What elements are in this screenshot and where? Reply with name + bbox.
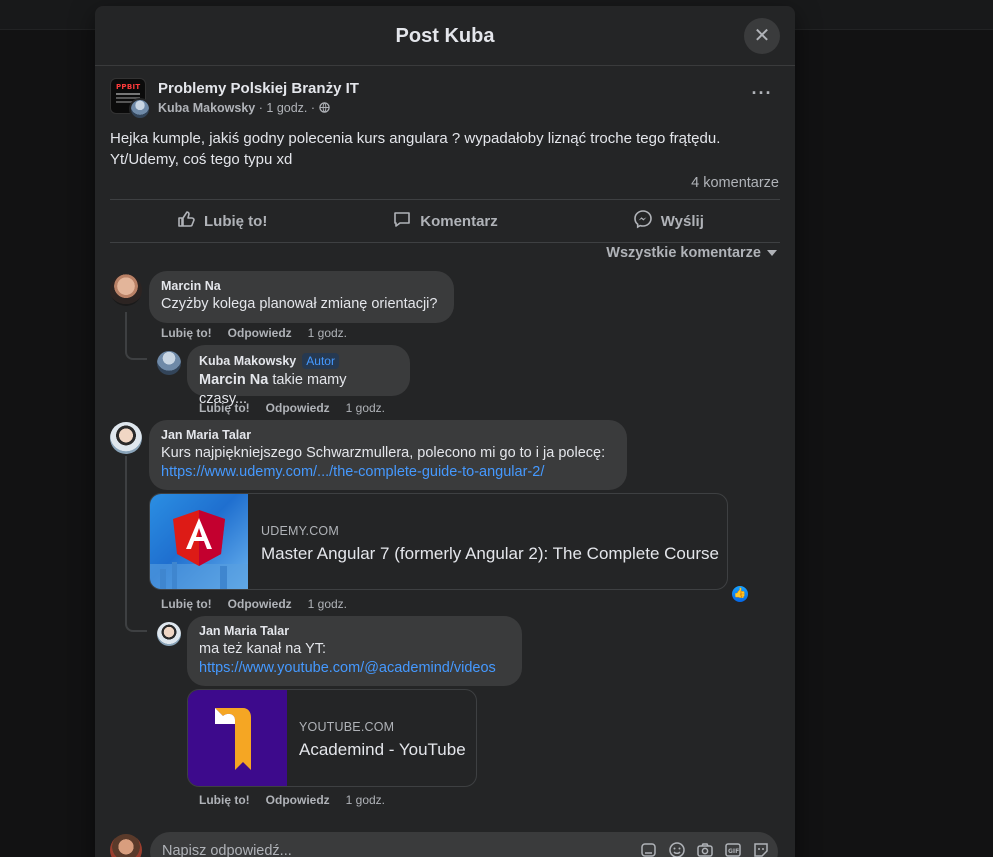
comment-time[interactable]: 1 godz. (308, 326, 347, 340)
like-label: Lubię to! (204, 212, 268, 230)
comment-bubble: Marcin Na Czyżby kolega planował zmianę … (149, 271, 454, 323)
comment-icon (392, 209, 412, 233)
comment-like-link[interactable]: Lubię to! (161, 597, 212, 611)
post-header: PPBIT Problemy Polskiej Branży IT Kuba M… (110, 78, 780, 124)
comment-reply-link[interactable]: Odpowiedz (228, 597, 292, 611)
comment-like-link[interactable]: Lubię to! (199, 793, 250, 807)
comment-time[interactable]: 1 godz. (308, 597, 347, 611)
post-meta: Kuba Makowsky · 1 godz. · (158, 101, 330, 115)
comment-text: Czyżby kolega planował zmianę orientacji… (161, 296, 438, 312)
author-avatar[interactable] (129, 98, 151, 120)
chevron-down-icon (767, 250, 777, 257)
link-domain: YOUTUBE.COM (299, 720, 395, 734)
post-time[interactable]: 1 godz. (266, 101, 307, 115)
close-icon: ✕ (753, 25, 771, 47)
emoji-icon[interactable] (668, 841, 686, 857)
comment-author[interactable]: Kuba Makowsky (199, 354, 296, 368)
group-name[interactable]: Problemy Polskiej Branży IT (158, 80, 359, 97)
comment-reply-link[interactable]: Odpowiedz (228, 326, 292, 340)
commenter-avatar[interactable] (110, 422, 142, 454)
post-action-bar: Lubię to! Komentarz Wyślij (110, 199, 780, 243)
comment-reply-link[interactable]: Odpowiedz (266, 793, 330, 807)
comment-text: Kurs najpiękniejszego Schwarzmullera, po… (161, 445, 606, 461)
comments-filter-dropdown[interactable]: Wszystkie komentarze (606, 245, 777, 261)
comment-author[interactable]: Jan Maria Talar (199, 624, 510, 638)
camera-icon[interactable] (696, 841, 714, 857)
modal-title: Post Kuba (395, 25, 495, 47)
commenter-avatar[interactable] (157, 622, 181, 646)
sticker-icon[interactable] (640, 841, 658, 857)
commenter-avatar[interactable] (157, 351, 181, 375)
comment-text: ma też kanał na YT: (199, 641, 327, 657)
comment-author[interactable]: Jan Maria Talar (161, 428, 615, 442)
more-options-button[interactable]: ··· (744, 84, 780, 108)
like-button[interactable]: Lubię to! (110, 200, 333, 242)
udemy-angular-thumbnail (150, 494, 248, 589)
comment-time[interactable]: 1 godz. (346, 793, 385, 807)
angular-logo-icon (150, 510, 248, 589)
comment-bubble: Jan Maria Talar Kurs najpiękniejszego Sc… (149, 420, 627, 490)
comment-author[interactable]: Marcin Na (161, 279, 442, 293)
sticker-face-icon[interactable] (752, 841, 770, 857)
link-title: Academind - YouTube (299, 740, 466, 759)
post-modal: Post Kuba ✕ PPBIT Problemy Polskiej Bran… (95, 6, 795, 857)
thread-connector (125, 456, 147, 632)
comment-button[interactable]: Komentarz (333, 200, 556, 242)
commenter-avatar[interactable] (110, 274, 142, 306)
filter-label: Wszystkie komentarze (606, 245, 761, 261)
close-button[interactable]: ✕ (744, 18, 780, 54)
reply-tools: GIF (640, 841, 770, 857)
academind-thumbnail (188, 690, 287, 786)
share-button[interactable]: Wyślij (557, 200, 780, 242)
academind-logo-icon (215, 708, 251, 770)
thumbs-up-icon (176, 209, 196, 233)
comment-link[interactable]: https://www.udemy.com/.../the-complete-g… (161, 463, 615, 482)
comment-label: Komentarz (420, 212, 498, 230)
thread-connector (125, 312, 147, 360)
comment-mention[interactable]: Marcin Na (199, 372, 268, 388)
comment-like-link[interactable]: Lubię to! (161, 326, 212, 340)
author-badge: Autor (302, 353, 339, 369)
link-preview-card[interactable]: UDEMY.COM Master Angular 7 (formerly Ang… (149, 493, 728, 590)
modal-header: Post Kuba ✕ (95, 6, 795, 66)
reply-box: GIF (150, 832, 778, 857)
comments-count[interactable]: 4 komentarze (691, 175, 779, 191)
reply-input[interactable] (162, 843, 632, 857)
like-reaction-icon: 👍 (732, 586, 748, 602)
comment-link[interactable]: https://www.youtube.com/@academind/video… (199, 659, 510, 678)
svg-text:GIF: GIF (728, 848, 739, 855)
messenger-icon (633, 209, 653, 233)
comment-reply-link[interactable]: Odpowiedz (266, 401, 330, 415)
globe-icon (318, 101, 330, 115)
post-author[interactable]: Kuba Makowsky (158, 101, 255, 115)
comment-actions: Lubię to! Odpowiedz 1 godz. (161, 326, 363, 340)
group-logo-text: PPBIT (116, 83, 141, 91)
comment-time[interactable]: 1 godz. (346, 401, 385, 415)
comment-like-link[interactable]: Lubię to! (199, 401, 250, 415)
comment-actions: Lubię to! Odpowiedz 1 godz. (199, 401, 401, 415)
my-avatar[interactable] (110, 834, 142, 857)
link-domain: UDEMY.COM (261, 524, 339, 538)
link-preview-card[interactable]: YOUTUBE.COM Academind - YouTube (187, 689, 477, 787)
share-label: Wyślij (660, 212, 704, 230)
reaction-badge[interactable]: 👍 (730, 584, 750, 604)
comment-bubble: Jan Maria Talar ma też kanał na YT: http… (187, 616, 522, 686)
comment-actions: Lubię to! Odpowiedz 1 godz. (199, 793, 401, 807)
post-text: Hejka kumple, jakiś godny polecenia kurs… (110, 130, 721, 168)
gif-icon[interactable]: GIF (724, 841, 742, 857)
link-title: Master Angular 7 (formerly Angular 2): T… (261, 544, 719, 563)
more-icon: ··· (751, 83, 773, 103)
comment-bubble: Kuba Makowsky Autor Marcin Na takie mamy… (187, 345, 410, 407)
comment-actions: Lubię to! Odpowiedz 1 godz. (161, 597, 363, 611)
